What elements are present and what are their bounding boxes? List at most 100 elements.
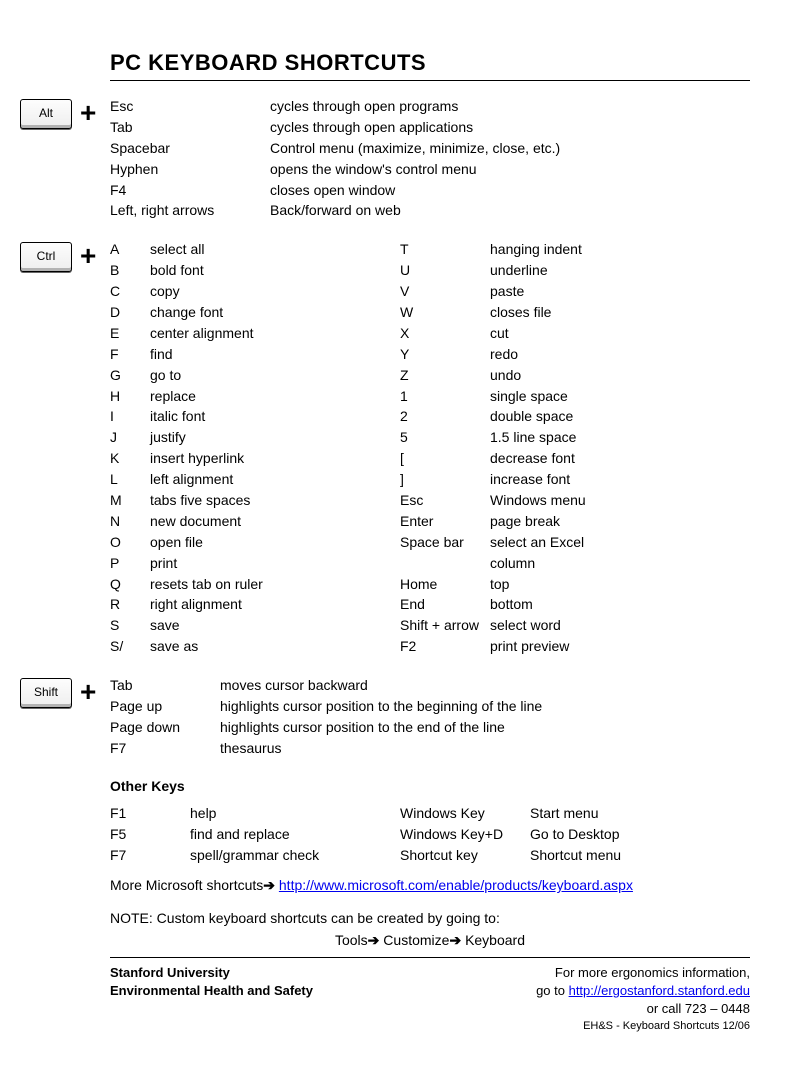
divider	[110, 957, 750, 958]
desc-cell: save	[150, 616, 400, 637]
desc-cell: tabs five spaces	[150, 491, 400, 512]
footer-tiny: EH&S - Keyboard Shortcuts 12/06	[536, 1019, 750, 1034]
desc-cell: page break	[490, 512, 750, 533]
desc-cell: insert hyperlink	[150, 449, 400, 470]
alt-section: Alt + Esccycles through open programsTab…	[110, 97, 750, 222]
table-row: Esccycles through open programs	[110, 97, 750, 118]
key-cell: F7	[110, 739, 220, 760]
table-row: FfindYredo	[110, 345, 750, 366]
desc-cell: increase font	[490, 470, 750, 491]
desc-cell: Control menu (maximize, minimize, close,…	[270, 139, 750, 160]
desc-cell: moves cursor backward	[220, 676, 750, 697]
key-cell: P	[110, 554, 150, 575]
desc-cell: Back/forward on web	[270, 201, 750, 222]
desc-cell: cut	[490, 324, 750, 345]
key-cell: E	[110, 324, 150, 345]
key-cell: Windows Key+D	[400, 825, 530, 846]
table-row: Ggo toZundo	[110, 366, 750, 387]
key-cell: Hyphen	[110, 160, 270, 181]
desc-cell: hanging indent	[490, 240, 750, 261]
key-cell: Windows Key	[400, 804, 530, 825]
desc-cell: help	[190, 804, 400, 825]
shift-section: Shift + Tabmoves cursor backwardPage uph…	[110, 676, 750, 760]
table-row: Hyphenopens the window's control menu	[110, 160, 750, 181]
desc-cell: save as	[150, 637, 400, 658]
table-row: F7thesaurus	[110, 739, 750, 760]
footer-org1: Stanford University	[110, 964, 313, 982]
desc-cell: 1.5 line space	[490, 428, 750, 449]
more-text: More Microsoft shortcuts	[110, 877, 263, 893]
table-row: S/save asF2print preview	[110, 637, 750, 658]
key-cell: F	[110, 345, 150, 366]
key-cell: D	[110, 303, 150, 324]
table-row: F1helpWindows KeyStart menu	[110, 804, 750, 825]
desc-cell: highlights cursor position to the beginn…	[220, 697, 750, 718]
key-cell: S/	[110, 637, 150, 658]
key-cell: 5	[400, 428, 490, 449]
shift-table: Tabmoves cursor backwardPage uphighlight…	[110, 676, 750, 760]
footer-goto: go to	[536, 983, 569, 998]
key-cell: A	[110, 240, 150, 261]
table-row: Qresets tab on rulerHometop	[110, 575, 750, 596]
table-row: F4closes open window	[110, 181, 750, 202]
table-row: Dchange fontWcloses file	[110, 303, 750, 324]
desc-cell: cycles through open programs	[270, 97, 750, 118]
shift-keycap: Shift	[20, 678, 72, 708]
desc-cell: bold font	[150, 261, 400, 282]
key-cell: U	[400, 261, 490, 282]
key-cell: B	[110, 261, 150, 282]
desc-cell: undo	[490, 366, 750, 387]
table-row: F7spell/grammar checkShortcut keyShortcu…	[110, 846, 750, 867]
key-cell: H	[110, 387, 150, 408]
table-row: Page uphighlights cursor position to the…	[110, 697, 750, 718]
desc-cell: select all	[150, 240, 400, 261]
footer-info: For more ergonomics information,	[536, 964, 750, 982]
key-cell: Esc	[400, 491, 490, 512]
desc-cell: top	[490, 575, 750, 596]
key-cell: F7	[110, 846, 190, 867]
arrow-icon: ➔	[263, 877, 275, 893]
table-row: Iitalic font2double space	[110, 407, 750, 428]
desc-cell: spell/grammar check	[190, 846, 400, 867]
desc-cell: select word	[490, 616, 750, 637]
table-row: F5find and replaceWindows Key+DGo to Des…	[110, 825, 750, 846]
footer: Stanford University Environmental Health…	[110, 964, 750, 1034]
footer-link[interactable]: http://ergostanford.stanford.edu	[569, 983, 750, 998]
key-cell: Z	[400, 366, 490, 387]
table-row: Page downhighlights cursor position to t…	[110, 718, 750, 739]
desc-cell: Shortcut menu	[530, 846, 750, 867]
key-cell: Y	[400, 345, 490, 366]
key-cell: M	[110, 491, 150, 512]
table-row: CcopyVpaste	[110, 282, 750, 303]
key-cell: O	[110, 533, 150, 554]
key-cell: C	[110, 282, 150, 303]
desc-cell: find	[150, 345, 400, 366]
key-cell: G	[110, 366, 150, 387]
desc-cell: paste	[490, 282, 750, 303]
plus-icon: +	[80, 242, 96, 270]
desc-cell: new document	[150, 512, 400, 533]
desc-cell: find and replace	[190, 825, 400, 846]
desc-cell: Start menu	[530, 804, 750, 825]
table-row: Aselect allThanging indent	[110, 240, 750, 261]
key-cell: K	[110, 449, 150, 470]
alt-keycap: Alt	[20, 99, 72, 129]
other-keys-table: F1helpWindows KeyStart menuF5find and re…	[110, 804, 750, 867]
key-cell: Spacebar	[110, 139, 270, 160]
key-cell	[400, 554, 490, 575]
desc-cell: closes open window	[270, 181, 750, 202]
key-cell: Q	[110, 575, 150, 596]
desc-cell: bottom	[490, 595, 750, 616]
key-cell: L	[110, 470, 150, 491]
more-shortcuts-link[interactable]: http://www.microsoft.com/enable/products…	[279, 877, 633, 893]
desc-cell: replace	[150, 387, 400, 408]
key-cell: W	[400, 303, 490, 324]
key-cell: I	[110, 407, 150, 428]
desc-cell: thesaurus	[220, 739, 750, 760]
key-cell: ]	[400, 470, 490, 491]
desc-cell: center alignment	[150, 324, 400, 345]
desc-cell: select an Excel	[490, 533, 750, 554]
table-row: Tabcycles through open applications	[110, 118, 750, 139]
desc-cell: double space	[490, 407, 750, 428]
key-cell: End	[400, 595, 490, 616]
